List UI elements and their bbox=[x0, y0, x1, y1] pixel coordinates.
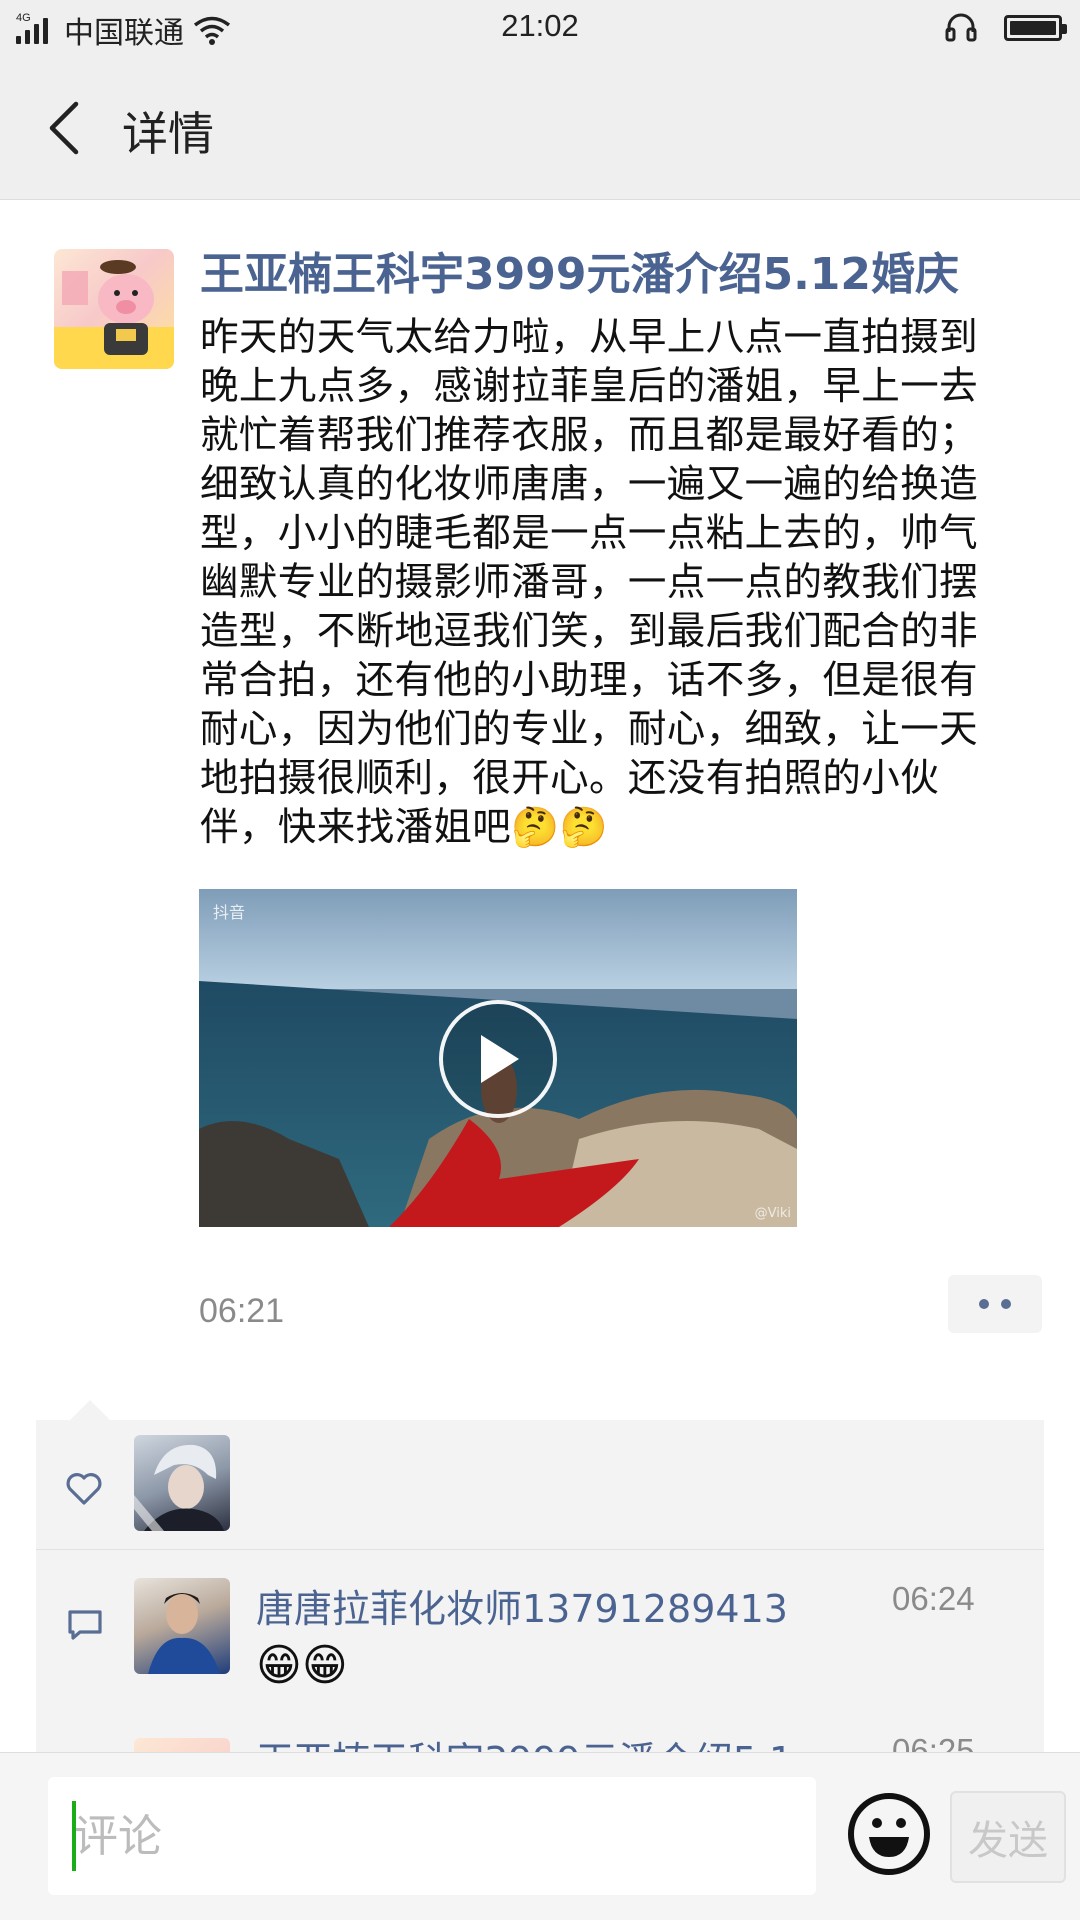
headset-icon bbox=[945, 13, 977, 42]
status-right bbox=[944, 12, 1067, 44]
post-text: 昨天的天气太给力啦，从早上八点一直拍摄到 晚上九点多，感谢拉菲皇后的潘姐，早上一… bbox=[200, 313, 1048, 852]
screen: 4G 中国联通 21:02 详情 王亚楠王科宇3999元潘介绍5.12婚庆 昨天… bbox=[0, 0, 1080, 1920]
chevron-left-icon bbox=[49, 101, 79, 155]
more-dots-icon bbox=[1001, 1299, 1011, 1309]
pig-avatar-image bbox=[54, 260, 174, 369]
comment-input[interactable] bbox=[48, 1777, 816, 1895]
play-button[interactable] bbox=[439, 1000, 557, 1118]
post-text-line: 常合拍，还有他的小助理，话不多，但是很有 bbox=[200, 658, 979, 703]
more-actions-button[interactable] bbox=[948, 1275, 1042, 1333]
commenter-avatar[interactable] bbox=[134, 1578, 230, 1674]
interactions-panel: 唐唐拉菲化妆师13791289413 06:24 😁😁 王亚楠王科宇3999元潘… bbox=[36, 1420, 1044, 1834]
play-icon bbox=[481, 1035, 519, 1083]
video-watermark: 抖音 bbox=[213, 903, 246, 922]
more-dots-icon bbox=[979, 1299, 989, 1309]
title-bar: 详情 bbox=[0, 58, 1080, 200]
post-text-line: 伴，快来找潘姐吧🤔🤔 bbox=[200, 805, 608, 850]
comment-timestamp: 06:24 bbox=[892, 1580, 975, 1617]
post-text-line: 耐心，因为他们的专业，耐心，细致，让一天 bbox=[200, 707, 979, 752]
likes-row bbox=[36, 1420, 1044, 1550]
heart-outline-icon bbox=[66, 1473, 102, 1505]
smiley-icon bbox=[869, 1818, 909, 1857]
status-time: 21:02 bbox=[501, 8, 579, 43]
post-text-line: 晚上九点多，感谢拉菲皇后的潘姐，早上一去 bbox=[200, 364, 979, 409]
comment-text: 😁😁 bbox=[256, 1640, 348, 1691]
text-cursor bbox=[72, 1801, 76, 1871]
battery-icon bbox=[1004, 15, 1067, 41]
panel-pointer bbox=[70, 1400, 110, 1420]
liker-avatar-image bbox=[134, 1444, 224, 1531]
video-corner-mark: @Viki bbox=[754, 1206, 791, 1221]
post-text-line: 就忙着帮我们推荐衣服，而且都是最好看的； bbox=[200, 413, 979, 458]
liker-avatar[interactable] bbox=[134, 1435, 230, 1531]
commenter-avatar-image bbox=[148, 1593, 220, 1674]
post-text-line: 幽默专业的摄影师潘哥，一点一点的教我们摆 bbox=[200, 560, 979, 605]
commenter-name[interactable]: 唐唐拉菲化妆师13791289413 bbox=[256, 1578, 788, 1633]
post-timestamp: 06:21 bbox=[199, 1292, 285, 1330]
post-text-line: 昨天的天气太给力啦，从早上八点一直拍摄到 bbox=[200, 315, 979, 360]
post-text-line: 地拍摄很顺利，很开心。还没有拍照的小伙 bbox=[200, 756, 940, 801]
page-title: 详情 bbox=[122, 107, 214, 161]
back-button[interactable] bbox=[34, 96, 94, 160]
post-text-line: 细致认真的化妆师唐唐，一遍又一遍的给换造 bbox=[200, 462, 979, 507]
emoji-button[interactable] bbox=[848, 1793, 930, 1875]
comment-input-bar: 发送 bbox=[0, 1752, 1080, 1920]
post-text-line: 型，小小的睫毛都是一点一点粘上去的，帅气 bbox=[200, 511, 979, 556]
send-button[interactable]: 发送 bbox=[950, 1791, 1066, 1883]
status-bar: 4G 中国联通 21:02 bbox=[0, 0, 1080, 58]
video-thumbnail[interactable]: 抖音 @Viki bbox=[199, 889, 797, 1227]
author-avatar[interactable] bbox=[54, 249, 174, 369]
comment-bubble-icon bbox=[68, 1610, 102, 1640]
post-text-line: 造型，不断地逗我们笑，到最后我们配合的非 bbox=[200, 609, 979, 654]
post-author-name[interactable]: 王亚楠王科宇3999元潘介绍5.12婚庆 bbox=[200, 238, 959, 302]
